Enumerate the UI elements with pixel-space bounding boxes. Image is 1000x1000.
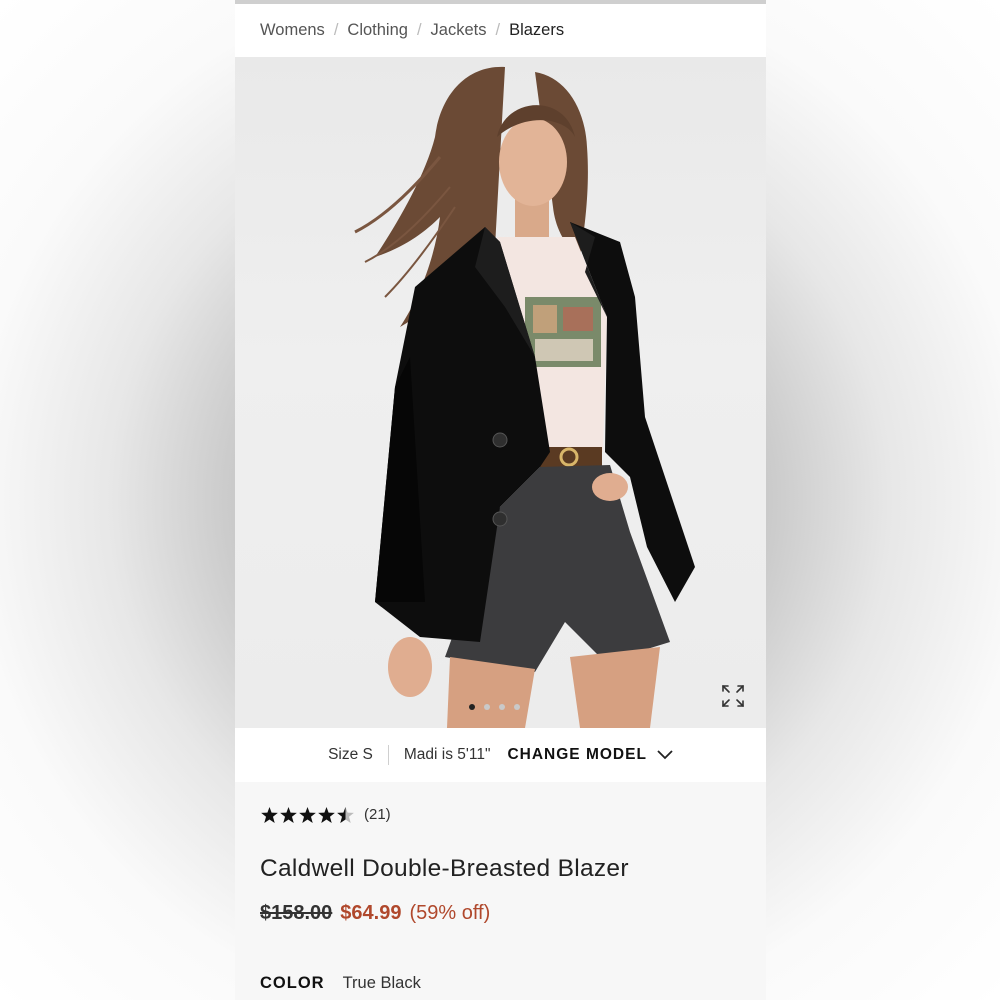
product-details: (21) Caldwell Double-Breasted Blazer $15… xyxy=(235,782,766,1000)
model-info-bar: Size S Madi is 5'11" CHANGE MODEL xyxy=(235,728,766,782)
star-full-icon xyxy=(280,806,297,823)
sale-price: $64.99 xyxy=(340,902,402,924)
star-half-icon xyxy=(337,806,354,823)
original-price: $158.00 xyxy=(260,902,333,924)
gallery-pagination xyxy=(469,704,520,710)
star-full-icon xyxy=(318,806,335,823)
breadcrumb: Womens / Clothing / Jackets / Blazers xyxy=(235,4,766,57)
product-title: Caldwell Double-Breasted Blazer xyxy=(260,855,629,882)
gallery-dot[interactable] xyxy=(499,704,505,710)
change-model-label: CHANGE MODEL xyxy=(507,746,647,763)
gallery-dot[interactable] xyxy=(484,704,490,710)
product-rating[interactable]: (21) xyxy=(261,806,391,823)
review-count: (21) xyxy=(364,806,391,823)
star-full-icon xyxy=(299,806,316,823)
model-photo xyxy=(354,66,695,728)
change-model-button[interactable]: CHANGE MODEL xyxy=(507,746,673,764)
discount-label: (59% off) xyxy=(409,902,491,924)
color-label: COLOR xyxy=(260,974,325,992)
star-full-icon xyxy=(261,806,278,823)
model-size: Size S xyxy=(328,746,373,763)
rating-stars xyxy=(261,806,354,823)
gallery-dot[interactable] xyxy=(514,704,520,710)
breadcrumb-blazers: Blazers xyxy=(509,21,565,39)
chevron-down-icon xyxy=(657,750,673,760)
phone-screen: Womens / Clothing / Jackets / Blazers Si… xyxy=(235,0,766,1000)
breadcrumb-separator: / xyxy=(495,21,501,39)
breadcrumb-clothing[interactable]: Clothing xyxy=(347,21,408,40)
color-value: True Black xyxy=(342,974,421,992)
breadcrumb-womens[interactable]: Womens xyxy=(260,21,325,40)
breadcrumb-separator: / xyxy=(416,21,422,39)
breadcrumb-separator: / xyxy=(333,21,339,39)
model-info-divider xyxy=(387,745,389,765)
product-image[interactable] xyxy=(235,57,766,728)
color-selector: COLOR True Black xyxy=(260,974,421,993)
gallery-dot-active[interactable] xyxy=(469,704,475,710)
model-height: Madi is 5'11" xyxy=(403,746,491,763)
expand-icon[interactable] xyxy=(718,681,748,711)
price-row: $158.00 $64.99 (59% off) xyxy=(260,902,490,925)
expand-glyph xyxy=(722,685,744,707)
breadcrumb-jackets[interactable]: Jackets xyxy=(431,21,487,40)
